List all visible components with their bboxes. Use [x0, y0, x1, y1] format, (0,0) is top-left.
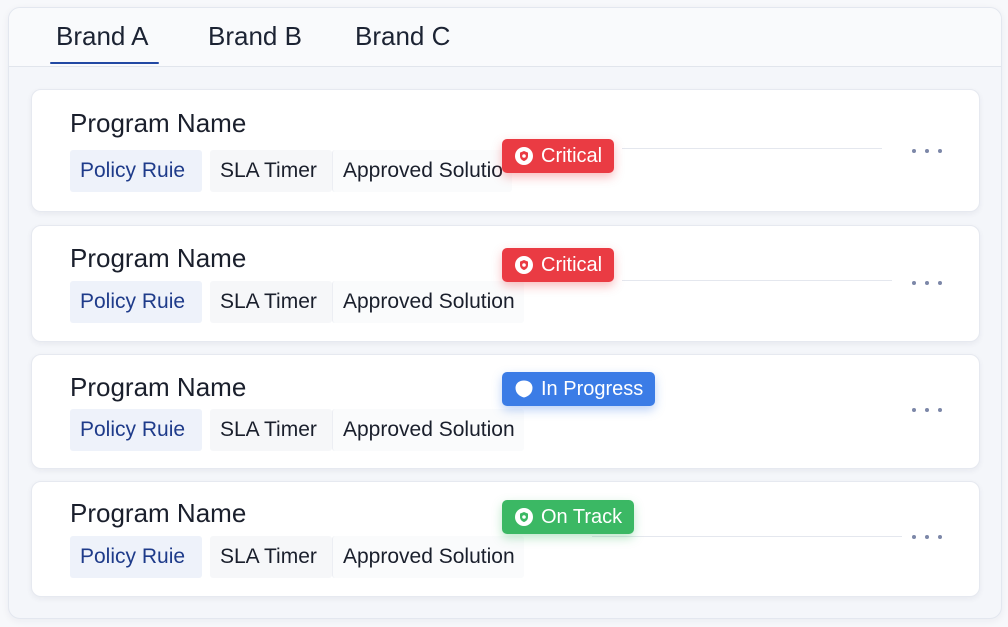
status-badge-label: Critical — [541, 145, 603, 167]
status-badge-on-track: On Track — [502, 500, 635, 534]
program-card[interactable]: Program Name Policy Ruie SLA Timer Appro… — [31, 225, 980, 342]
shield-icon — [514, 507, 534, 527]
policy-rule-chip[interactable]: Policy Ruie — [70, 409, 202, 451]
approved-solution-chip[interactable]: Approved Solution — [332, 536, 524, 578]
policy-rule-chip[interactable]: Policy Ruie — [70, 536, 202, 578]
divider-line — [622, 148, 882, 149]
brand-programs-panel: Brand A Brand B Brand C Program Name Pol… — [8, 7, 1002, 619]
approved-solution-chip[interactable]: Approved Solutio — [332, 150, 512, 192]
status-badge-label: In Progress — [541, 378, 644, 400]
program-name: Program Name — [70, 243, 247, 273]
brand-tabs: Brand A Brand B Brand C — [9, 8, 1001, 67]
program-card[interactable]: Program Name Policy Ruie SLA Timer Appro… — [31, 481, 980, 597]
policy-rule-chip[interactable]: Policy Ruie — [70, 281, 202, 323]
shield-icon — [514, 379, 534, 399]
more-options-button[interactable] — [912, 146, 942, 156]
program-card[interactable]: Program Name Policy Ruie SLA Timer Appro… — [31, 89, 980, 212]
tab-brand-b[interactable]: Brand B — [208, 21, 302, 52]
status-badge-in-progress: In Progress — [502, 372, 656, 406]
approved-solution-chip[interactable]: Approved Solution — [332, 281, 524, 323]
shield-icon — [514, 146, 534, 166]
tab-brand-c[interactable]: Brand C — [355, 21, 450, 52]
program-card[interactable]: Program Name Policy Ruie SLA Timer Appro… — [31, 354, 980, 469]
status-badge-label: Critical — [541, 254, 603, 276]
policy-rule-chip[interactable]: Policy Ruie — [70, 150, 202, 192]
approved-solution-chip[interactable]: Approved Solution — [332, 409, 524, 451]
status-badge-label: On Track — [541, 506, 623, 528]
program-name: Program Name — [70, 372, 247, 402]
divider-line — [592, 536, 902, 537]
sla-timer-chip[interactable]: SLA Timer — [210, 409, 332, 451]
sla-timer-chip[interactable]: SLA Timer — [210, 536, 332, 578]
tab-brand-a[interactable]: Brand A — [56, 21, 149, 52]
sla-timer-chip[interactable]: SLA Timer — [210, 281, 332, 323]
program-name: Program Name — [70, 498, 247, 528]
more-options-button[interactable] — [912, 278, 942, 288]
more-options-button[interactable] — [912, 405, 942, 415]
shield-icon — [514, 255, 534, 275]
sla-timer-chip[interactable]: SLA Timer — [210, 150, 332, 192]
status-badge-critical: Critical — [502, 139, 615, 173]
active-tab-indicator — [50, 62, 159, 64]
more-options-button[interactable] — [912, 532, 942, 542]
divider-line — [622, 280, 892, 281]
status-badge-critical: Critical — [502, 248, 615, 282]
program-name: Program Name — [70, 108, 247, 138]
